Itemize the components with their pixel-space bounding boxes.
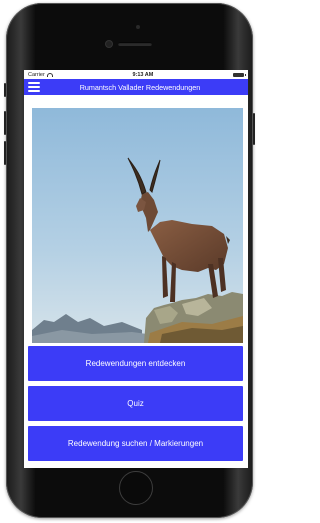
search-bookmarks-button[interactable]: Redewendung suchen / Markierungen	[28, 426, 243, 461]
app-screen: Carrier 9:13 AM Rumantsch Vallader Redew…	[24, 70, 248, 468]
volume-down-button	[4, 141, 6, 165]
proximity-sensor	[136, 25, 140, 29]
earpiece-speaker	[118, 42, 152, 46]
action-buttons: Redewendungen entdecken Quiz Redewendung…	[28, 346, 243, 466]
nav-title: Rumantsch Vallader Redewendungen	[79, 82, 201, 92]
home-button[interactable]	[119, 471, 153, 505]
hamburger-menu-icon[interactable]	[28, 82, 40, 92]
power-button	[253, 113, 255, 145]
battery-icon	[232, 72, 246, 77]
mute-switch	[4, 83, 6, 97]
navigation-bar: Rumantsch Vallader Redewendungen	[24, 79, 248, 95]
quiz-button[interactable]: Quiz	[28, 386, 243, 421]
volume-up-button	[4, 111, 6, 135]
status-time: 9:13 AM	[132, 71, 154, 78]
front-camera	[106, 41, 112, 47]
status-bar: Carrier 9:13 AM	[24, 70, 248, 79]
discover-idioms-button[interactable]: Redewendungen entdecken	[28, 346, 243, 381]
carrier-label: Carrier	[28, 71, 45, 78]
ibex-photo	[32, 108, 243, 343]
wifi-icon	[46, 72, 53, 77]
